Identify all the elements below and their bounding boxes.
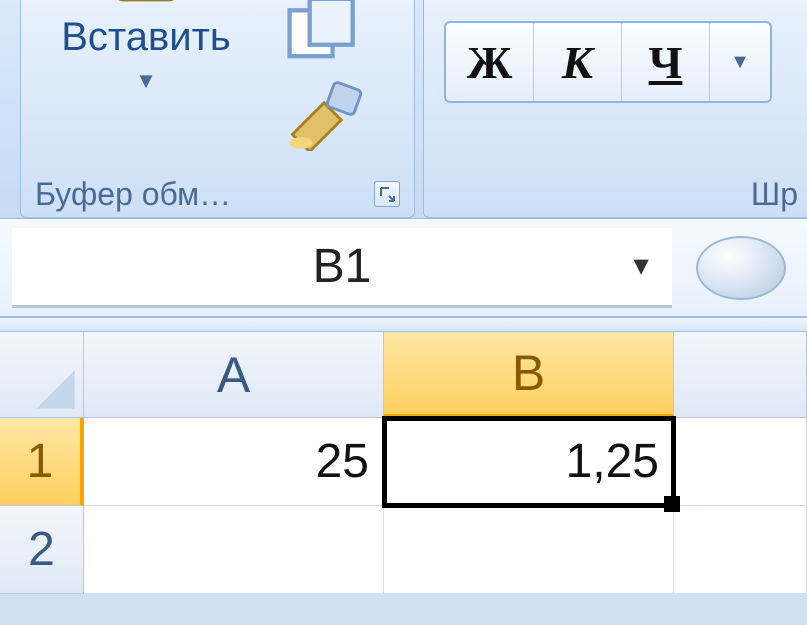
formula-bar-row: B1 ▼ bbox=[0, 218, 807, 318]
select-all-corner[interactable] bbox=[0, 332, 84, 418]
font-style-buttons: Ж К Ч ▼ bbox=[444, 21, 772, 103]
name-box[interactable]: B1 ▼ bbox=[12, 228, 672, 308]
column-header-C[interactable] bbox=[674, 332, 807, 418]
copy-icon[interactable] bbox=[281, 0, 367, 63]
row-header-1[interactable]: 1 bbox=[0, 418, 84, 506]
divider bbox=[0, 318, 807, 332]
column-header-A[interactable]: A bbox=[84, 332, 384, 418]
name-box-value: B1 bbox=[313, 239, 372, 294]
cell-A1[interactable]: 25 bbox=[84, 418, 384, 506]
font-group-label: Шр bbox=[751, 176, 798, 213]
chevron-down-icon[interactable]: ▼ bbox=[710, 23, 770, 101]
paste-button[interactable]: Вставить ▼ bbox=[31, 0, 261, 94]
cell-C2[interactable] bbox=[674, 506, 807, 594]
bold-button[interactable]: Ж bbox=[446, 23, 534, 101]
paste-label: Вставить bbox=[61, 15, 231, 60]
cell-A2[interactable] bbox=[84, 506, 384, 594]
format-painter-icon[interactable] bbox=[281, 81, 367, 147]
column-header-B[interactable]: B bbox=[384, 332, 674, 418]
cell-B2[interactable] bbox=[384, 506, 674, 594]
row-header-2[interactable]: 2 bbox=[0, 506, 84, 594]
fill-handle[interactable] bbox=[664, 496, 680, 512]
table-row: 1 25 1,25 bbox=[0, 418, 807, 506]
font-group: Ж К Ч ▼ Шр bbox=[423, 0, 807, 218]
clipboard-group-label: Буфер обм… bbox=[35, 176, 231, 213]
column-headers: A B bbox=[0, 332, 807, 418]
cell-C1[interactable] bbox=[674, 418, 807, 506]
underline-button[interactable]: Ч bbox=[622, 23, 710, 101]
fx-button[interactable] bbox=[696, 236, 786, 300]
cell-value: 1,25 bbox=[566, 434, 659, 489]
chevron-down-icon[interactable]: ▼ bbox=[628, 251, 654, 282]
dialog-launcher-icon[interactable] bbox=[374, 181, 400, 207]
paste-icon bbox=[96, 0, 196, 13]
ribbon: Вставить ▼ Буфер обм… Ж К bbox=[0, 0, 807, 218]
clipboard-group: Вставить ▼ Буфер обм… bbox=[20, 0, 415, 218]
cell-B1[interactable]: 1,25 bbox=[384, 418, 674, 506]
chevron-down-icon[interactable]: ▼ bbox=[135, 68, 157, 94]
table-row: 2 bbox=[0, 506, 807, 594]
worksheet[interactable]: A B 1 25 1,25 2 bbox=[0, 332, 807, 594]
italic-button[interactable]: К bbox=[534, 23, 622, 101]
